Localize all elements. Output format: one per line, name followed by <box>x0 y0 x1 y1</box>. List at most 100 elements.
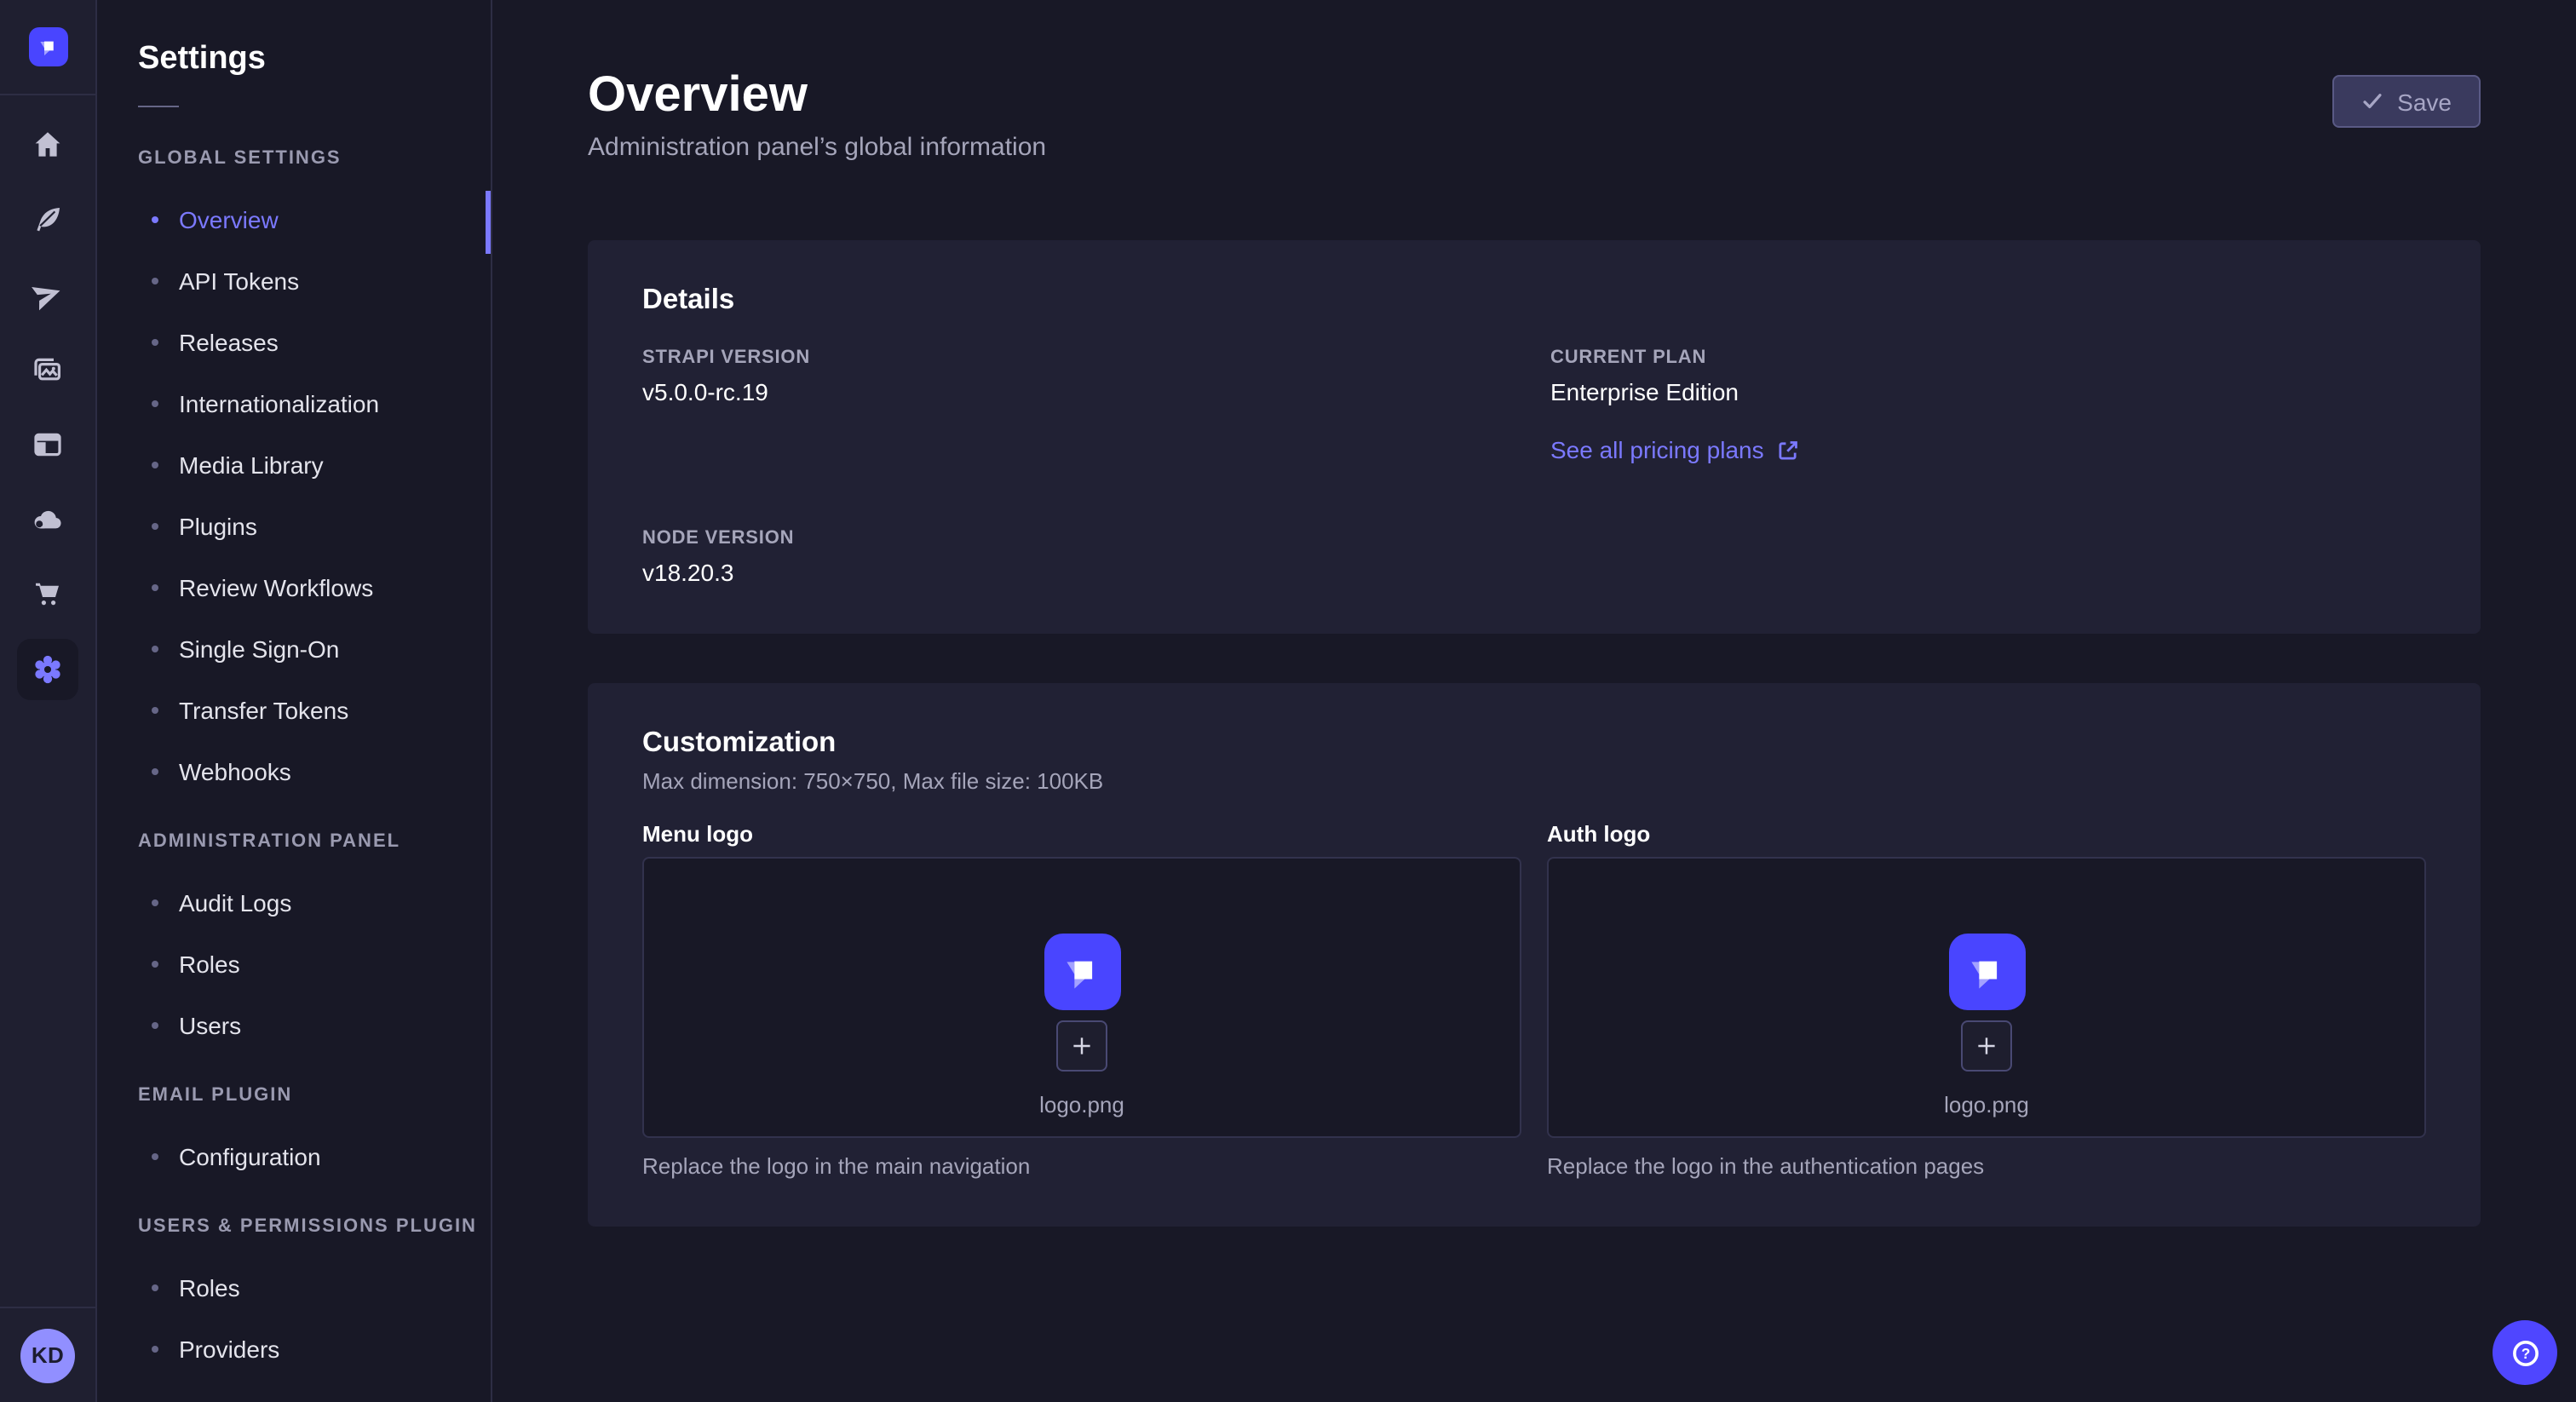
sidebar-item-label: Roles <box>179 951 240 978</box>
subnav-title-rule <box>138 106 179 107</box>
bullet-dot <box>152 768 158 775</box>
sidebar-item-transfer-tokens[interactable]: Transfer Tokens <box>97 680 491 741</box>
pricing-link-label: See all pricing plans <box>1550 436 1764 463</box>
feather-icon[interactable] <box>10 182 85 257</box>
settings-subnav: Settings GLOBAL SETTINGS Overview API To… <box>97 0 492 1402</box>
sidebar-item-api-tokens[interactable]: API Tokens <box>97 250 491 312</box>
field-label: STRAPI VERSION <box>642 348 1550 368</box>
auth-logo-caption: Replace the logo in the authentication p… <box>1547 1153 2426 1179</box>
sidebar-item-configuration[interactable]: Configuration <box>97 1126 491 1187</box>
add-menu-logo-button[interactable] <box>1056 1020 1107 1072</box>
details-grid: STRAPI VERSION v5.0.0-rc.19 CURRENT PLAN… <box>642 348 2426 586</box>
gear-icon[interactable] <box>17 639 78 700</box>
sidebar-item-media-library[interactable]: Media Library <box>97 434 491 496</box>
bullet-dot <box>152 339 158 346</box>
strapi-version-field: STRAPI VERSION v5.0.0-rc.19 <box>642 348 1550 467</box>
field-label: NODE VERSION <box>642 528 1550 549</box>
sidebar-item-webhooks[interactable]: Webhooks <box>97 741 491 802</box>
strapi-logo-icon <box>1962 947 2011 997</box>
sidebar-item-label: Configuration <box>179 1143 321 1170</box>
menu-logo-caption: Replace the logo in the main navigation <box>642 1153 1521 1179</box>
customization-card-title: Customization <box>642 727 2426 760</box>
svg-text:?: ? <box>2521 1344 2530 1361</box>
rail-icon-list <box>0 95 95 1307</box>
plus-icon <box>1975 1034 1998 1058</box>
sidebar-item-label: Plugins <box>179 513 257 540</box>
sidebar-item-users[interactable]: Users <box>97 995 491 1056</box>
sidebar-item-label: Transfer Tokens <box>179 697 348 724</box>
subnav-list: GLOBAL SETTINGS Overview API Tokens Rele… <box>97 128 491 1380</box>
details-card-title: Details <box>642 284 2426 317</box>
add-auth-logo-button[interactable] <box>1961 1020 2012 1072</box>
sidebar-item-admin-roles[interactable]: Roles <box>97 934 491 995</box>
bullet-dot <box>152 523 158 530</box>
sidebar-item-label: Roles <box>179 1274 240 1301</box>
menu-logo-dropzone[interactable]: logo.png <box>642 857 1521 1138</box>
node-version-field: NODE VERSION v18.20.3 <box>642 528 1550 586</box>
auth-logo-dropzone[interactable]: logo.png <box>1547 857 2426 1138</box>
bullet-dot <box>152 961 158 968</box>
sidebar-item-label: Releases <box>179 329 279 356</box>
sidebar-item-plugins[interactable]: Plugins <box>97 496 491 557</box>
bullet-dot <box>152 1346 158 1353</box>
field-value: Enterprise Edition <box>1550 378 2426 405</box>
strapi-logo-icon <box>35 34 60 60</box>
save-button-label: Save <box>2397 88 2452 115</box>
logo-uploaders: Menu logo logo.png <box>642 821 2426 1179</box>
layout-icon[interactable] <box>10 407 85 482</box>
page-heading-block: Overview Administration panel’s global i… <box>588 68 1046 162</box>
sidebar-item-review-workflows[interactable]: Review Workflows <box>97 557 491 618</box>
sidebar-item-overview[interactable]: Overview <box>97 189 491 250</box>
help-button[interactable]: ? <box>2493 1320 2557 1385</box>
bullet-dot <box>152 1284 158 1291</box>
sidebar-item-label: Users <box>179 1012 241 1039</box>
auth-logo-preview <box>1948 934 2025 1010</box>
auth-logo-filename: logo.png <box>1944 1092 2029 1118</box>
bullet-dot <box>152 707 158 714</box>
sidebar-item-label: Audit Logs <box>179 889 291 916</box>
menu-logo-uploader: Menu logo logo.png <box>642 821 1521 1179</box>
bullet-dot <box>152 584 158 591</box>
bullet-dot <box>152 1022 158 1029</box>
section-heading-administration-panel: ADMINISTRATION PANEL <box>97 811 491 872</box>
paper-plane-icon[interactable] <box>10 257 85 332</box>
sidebar-item-internationalization[interactable]: Internationalization <box>97 373 491 434</box>
save-button[interactable]: Save <box>2332 75 2481 128</box>
details-card: Details STRAPI VERSION v5.0.0-rc.19 CURR… <box>588 240 2481 634</box>
sidebar-item-label: Webhooks <box>179 758 291 785</box>
field-value: v18.20.3 <box>642 559 1550 586</box>
sidebar-item-up-roles[interactable]: Roles <box>97 1257 491 1319</box>
external-link-icon <box>1778 439 1800 461</box>
menu-logo-preview <box>1044 934 1120 1010</box>
bullet-dot <box>152 899 158 906</box>
cart-icon[interactable] <box>10 557 85 632</box>
user-avatar[interactable]: KD <box>20 1328 75 1382</box>
strapi-logo-icon <box>1057 947 1107 997</box>
subnav-scrollbar-thumb[interactable] <box>486 191 491 254</box>
rail-user-area: KD <box>0 1307 95 1402</box>
sidebar-item-providers[interactable]: Providers <box>97 1319 491 1380</box>
see-all-pricing-plans-link[interactable]: See all pricing plans <box>1550 436 1800 463</box>
page-title: Overview <box>588 68 1046 124</box>
home-icon[interactable] <box>10 107 85 182</box>
question-mark-icon: ? <box>2509 1336 2541 1369</box>
sidebar-item-releases[interactable]: Releases <box>97 312 491 373</box>
workspace-logo-area <box>0 0 95 95</box>
section-heading-email-plugin: EMAIL PLUGIN <box>97 1065 491 1126</box>
menu-logo-label: Menu logo <box>642 821 1521 847</box>
customization-card: Customization Max dimension: 750×750, Ma… <box>588 683 2481 1227</box>
sidebar-item-label: Single Sign-On <box>179 635 339 663</box>
cloud-icon[interactable] <box>10 482 85 557</box>
auth-logo-uploader: Auth logo logo.png <box>1547 821 2426 1179</box>
main-nav-rail: KD <box>0 0 97 1402</box>
menu-logo-filename: logo.png <box>1039 1092 1124 1118</box>
field-label: CURRENT PLAN <box>1550 348 2426 368</box>
section-heading-users-permissions-plugin: USERS & PERMISSIONS PLUGIN <box>97 1196 491 1257</box>
sidebar-item-label: Overview <box>179 206 279 233</box>
subnav-title: Settings <box>138 41 491 78</box>
media-library-icon[interactable] <box>10 332 85 407</box>
sidebar-item-single-sign-on[interactable]: Single Sign-On <box>97 618 491 680</box>
auth-logo-label: Auth logo <box>1547 821 2426 847</box>
sidebar-item-audit-logs[interactable]: Audit Logs <box>97 872 491 934</box>
strapi-logo[interactable] <box>28 27 67 66</box>
